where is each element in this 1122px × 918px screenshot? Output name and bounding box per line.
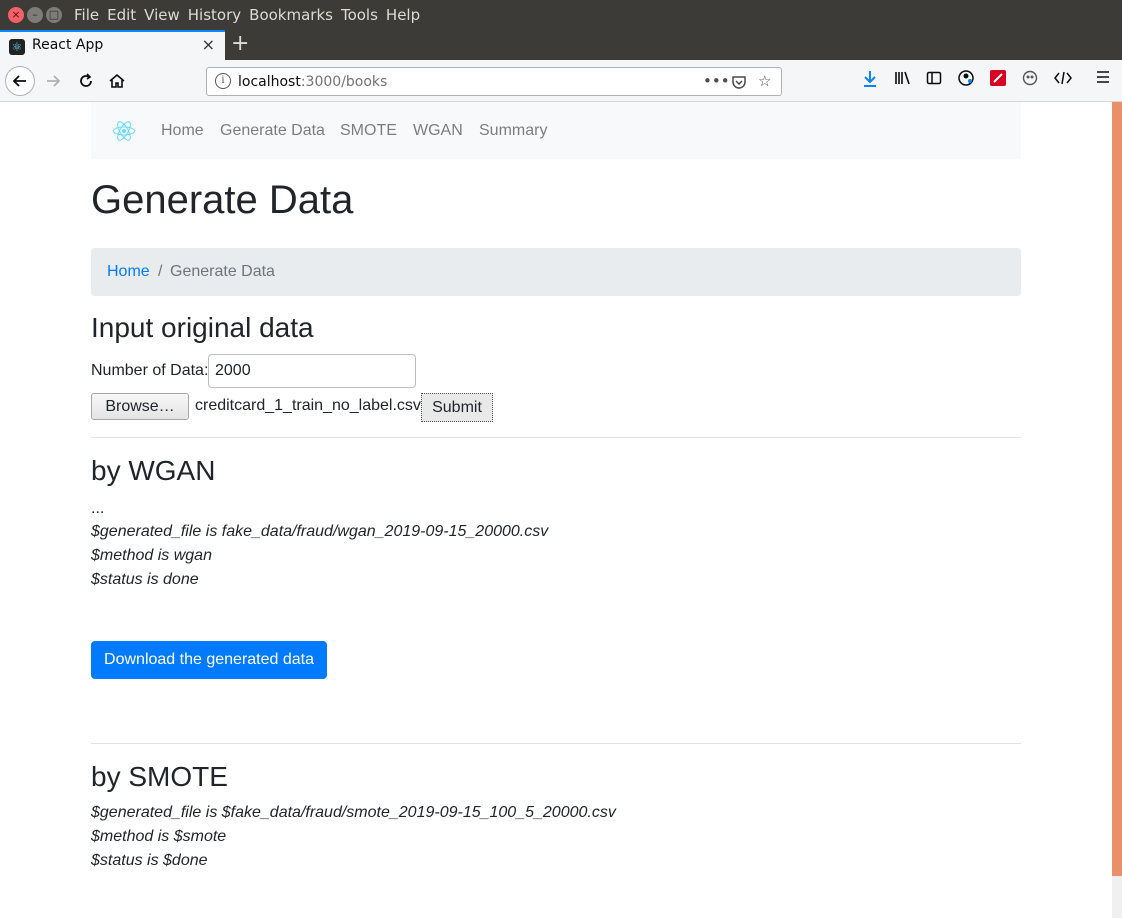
window-maximize-icon[interactable]: □ [46,7,62,23]
divider [91,743,1021,744]
devtools-icon[interactable] [1054,70,1072,90]
menu-tools[interactable]: Tools [337,0,382,30]
nav-link-smote[interactable]: SMOTE [340,122,397,140]
smote-generated-file-line: $generated_file is $fake_data/fraud/smot… [91,804,616,821]
wgan-method-line: $method is wgan [91,547,212,564]
library-icon[interactable] [894,70,912,90]
forward-arrow-icon[interactable] [40,68,66,94]
download-icon[interactable] [862,70,878,92]
mask-icon[interactable] [1021,70,1039,90]
nav-link-home[interactable]: Home [161,122,204,140]
submit-button[interactable]: Submit [421,393,493,422]
window-close-icon[interactable]: × [8,7,24,23]
download-generated-data-button[interactable]: Download the generated data [91,641,327,679]
page-title: Generate Data [91,178,354,222]
tab-react-app[interactable]: ⚛ React App × [0,30,225,60]
url-bar[interactable]: i localhost:3000/books ••• ☆ [206,67,782,96]
url-host: localhost [238,74,301,90]
app-menu-bar: File Edit View History Bookmarks Tools H… [70,0,424,30]
menu-bookmarks[interactable]: Bookmarks [245,0,337,30]
menu-history[interactable]: History [184,0,245,30]
wgan-generated-file-line: $generated_file is fake_data/fraud/wgan_… [91,523,549,540]
smote-method-line: $method is $smote [91,828,227,845]
breadcrumb: Home / Generate Data [91,248,1021,296]
menu-file[interactable]: File [70,0,103,30]
nav-link-wgan[interactable]: WGAN [413,122,463,140]
reload-icon[interactable] [73,68,99,94]
extension-icon[interactable] [990,70,1006,90]
breadcrumb-current: Generate Data [170,263,275,280]
browse-file-button[interactable]: Browse… [91,393,189,420]
wgan-ellipsis: ... [91,500,105,517]
page-actions-icon[interactable]: ••• [703,72,730,90]
divider [91,437,1021,438]
wgan-status-line: $status is done [91,571,199,588]
input-section-heading: Input original data [91,312,314,343]
menu-edit[interactable]: Edit [103,0,140,30]
site-info-icon[interactable]: i [215,73,231,89]
selected-file-name: creditcard_1_train_no_label.csv [195,397,421,414]
browser-toolbar: i localhost:3000/books ••• ☆ [0,60,1122,102]
react-logo-icon[interactable] [113,120,135,142]
smote-section-heading: by SMOTE [91,761,228,792]
home-icon[interactable] [104,68,130,94]
tab-close-icon[interactable]: × [202,35,215,54]
tab-strip: ⚛ React App × + [0,30,1122,60]
site-navbar: Home Generate Data SMOTE WGAN Summary [91,102,1021,159]
smote-status-line: $status is $done [91,852,208,869]
account-icon[interactable] [958,70,974,90]
window-minimize-icon[interactable]: – [27,7,43,23]
breadcrumb-separator: / [158,263,163,280]
number-of-data-label: Number of Data: [91,362,209,379]
wgan-section-heading: by WGAN [91,455,216,486]
new-tab-icon[interactable]: + [231,31,249,56]
pocket-icon[interactable] [731,72,747,94]
menu-view[interactable]: View [140,0,184,30]
back-arrow-icon[interactable] [5,66,35,96]
url-path: :3000/books [300,74,388,90]
os-title-bar: × – □ File Edit View History Bookmarks T… [0,0,1122,30]
number-of-data-input[interactable] [208,354,416,388]
bookmark-star-icon[interactable]: ☆ [758,72,771,90]
menu-help[interactable]: Help [382,0,424,30]
sidebar-icon[interactable] [926,70,942,90]
react-favicon-icon: ⚛ [9,39,25,55]
url-text: localhost:3000/books [238,74,387,90]
nav-link-summary[interactable]: Summary [479,122,547,140]
tab-title: React App [32,37,104,53]
breadcrumb-home-link[interactable]: Home [107,263,150,281]
nav-link-generate-data[interactable]: Generate Data [220,122,325,140]
menu-icon[interactable] [1096,70,1110,88]
scrollbar-thumb[interactable] [1112,102,1122,876]
